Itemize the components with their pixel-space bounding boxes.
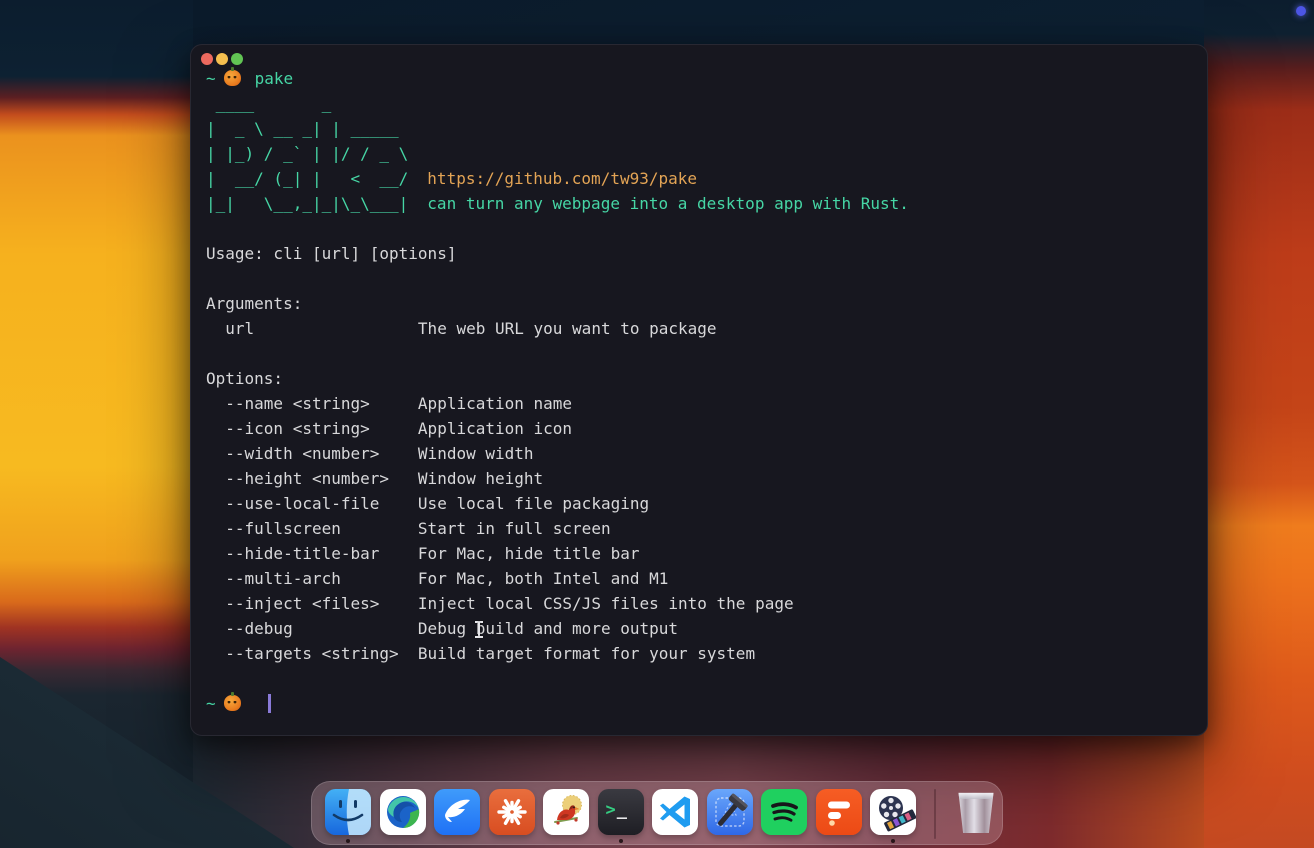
pumpkin-icon [224,695,241,711]
arguments-header: Arguments: [206,291,1199,316]
prompt-line: ~ pake [206,66,1199,91]
dock-item-orange-tasks[interactable] [816,789,862,835]
dock-divider [934,789,936,839]
finder-icon [325,789,371,835]
option-row: --name <string>Application name [206,391,1199,416]
close-button[interactable] [201,53,213,65]
flag: url [206,316,418,341]
description: Use local file packaging [418,494,649,513]
dingtalk-wing-icon [434,789,480,835]
options-list: --name <string>Application name--icon <s… [206,391,1199,666]
terminal-icon: >_ [598,789,644,835]
dock-item-finder[interactable] [325,789,371,835]
trash-icon [957,792,995,833]
dock-item-vscode[interactable] [652,789,698,835]
xcode-hammer-icon [707,789,753,835]
running-indicator [619,839,623,843]
flag: --targets <string> [206,641,418,666]
prompt-path: ~ [206,694,216,713]
description: Window width [418,444,534,463]
option-row: --inject <files>Inject local CSS/JS file… [206,591,1199,616]
github-link: https://github.com/tw93/pake [427,169,697,188]
vscode-icon [652,789,698,835]
flag: --inject <files> [206,591,418,616]
description: Inject local CSS/JS files into the page [418,594,794,613]
zoom-button[interactable] [231,53,243,65]
option-row: --fullscreenStart in full screen [206,516,1199,541]
option-row: --icon <string>Application icon [206,416,1199,441]
typed-command: pake [255,69,294,88]
description: Application name [418,394,572,413]
option-row: --debugDebug build and more output [206,616,1199,641]
option-row: --width <number>Window width [206,441,1199,466]
flag: --icon <string> [206,416,418,441]
option-row: --targets <string>Build target format fo… [206,641,1199,666]
dock-item-dingtalk[interactable] [434,789,480,835]
dock-item-terminal[interactable]: >_ [598,789,644,835]
usage-line: Usage: cli [url] [options] [206,241,1199,266]
spotify-icon [761,789,807,835]
option-row: --hide-title-barFor Mac, hide title bar [206,541,1199,566]
dock: >_ [311,781,1003,845]
ibeam-cursor [474,621,484,638]
flag: --width <number> [206,441,418,466]
description: For Mac, both Intel and M1 [418,569,668,588]
wallpaper-orange-wave [0,0,193,848]
dock-item-trash[interactable] [953,789,999,835]
dock-item-xcode[interactable] [707,789,753,835]
text-cursor [268,694,271,713]
description: For Mac, hide title bar [418,544,640,563]
description: Build target format for your system [418,644,755,663]
dock-item-starburst[interactable] [489,789,535,835]
minimize-button[interactable] [216,53,228,65]
running-indicator [891,839,895,843]
option-row: --use-local-fileUse local file packaging [206,491,1199,516]
prompt-line-bottom[interactable]: ~ [206,691,1199,716]
argument-row: urlThe web URL you want to package [206,316,1199,341]
flag: --multi-arch [206,566,418,591]
cardinal-bird-app-icon [543,789,589,835]
dock-item-movie-app[interactable] [870,789,916,835]
flag: --fullscreen [206,516,418,541]
dock-item-cardinal[interactable] [543,789,589,835]
terminal-output[interactable]: ~ pake ____ _ | _ \ __ _| | _____ | |_) /… [206,66,1199,729]
flag: --debug [206,616,418,641]
edge-browser-icon [380,789,426,835]
description: Debug build and more output [418,619,678,638]
wallpaper-right-band [1204,0,1314,848]
flag: --name <string> [206,391,418,416]
dock-item-spotify[interactable] [761,789,807,835]
tagline: can turn any webpage into a desktop app … [427,194,909,213]
running-indicator [346,839,350,843]
description: The web URL you want to package [418,319,717,338]
terminal-window: ~ pake ____ _ | _ \ __ _| | _____ | |_) /… [190,44,1208,736]
flag: --use-local-file [206,491,418,516]
starburst-app-icon [489,789,535,835]
ascii-art-logo: ____ _ | _ \ __ _| | _____ | |_) / _` | … [206,91,1199,216]
prompt-path: ~ [206,69,216,88]
description: Application icon [418,419,572,438]
arguments-list: urlThe web URL you want to package [206,316,1199,341]
flag: --height <number> [206,466,418,491]
options-header: Options: [206,366,1199,391]
flag: --hide-title-bar [206,541,418,566]
screen-recording-dot [1296,6,1306,16]
movie-reel-app-icon [870,789,916,835]
description: Start in full screen [418,519,611,538]
pumpkin-icon [224,70,241,86]
description: Window height [418,469,543,488]
option-row: --multi-archFor Mac, both Intel and M1 [206,566,1199,591]
option-row: --height <number>Window height [206,466,1199,491]
orange-tasks-app-icon [816,789,862,835]
dock-item-edge[interactable] [380,789,426,835]
